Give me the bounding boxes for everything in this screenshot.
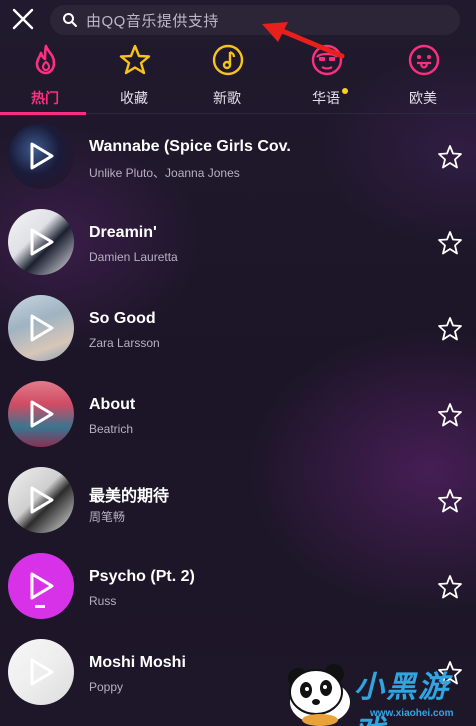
search-input[interactable]: 由QQ音乐提供支持 [50, 5, 460, 35]
watermark: 小黑游戏 www.xiaohei.com [284, 658, 476, 726]
list-item[interactable]: Wannabe (Spice Girls Cov. Unlike Pluto、J… [0, 114, 476, 200]
face-tongue-icon [408, 44, 440, 76]
tab-label: 欧美 [409, 90, 437, 106]
watermark-url: www.xiaohei.com [370, 708, 454, 719]
tab-label: 华语 [312, 90, 340, 106]
song-artist: Unlike Pluto、Joanna Jones [89, 166, 240, 180]
play-icon [30, 572, 54, 600]
album-cover [8, 295, 74, 361]
favorite-star-icon[interactable] [437, 230, 463, 256]
tab-label: 收藏 [120, 90, 148, 106]
song-title: 最美的期待 [89, 488, 170, 505]
play-icon [30, 228, 54, 256]
play-icon [30, 486, 54, 514]
tab-favorites[interactable]: 收藏 [89, 40, 179, 114]
music-note-icon [212, 44, 244, 76]
song-title: Psycho (Pt. 2) [89, 568, 195, 585]
play-icon [30, 658, 54, 686]
favorite-star-icon[interactable] [437, 488, 463, 514]
album-cover [8, 123, 74, 189]
panda-logo-icon [288, 664, 350, 726]
song-artist: Zara Larsson [89, 336, 160, 350]
red-arrow-annotation [262, 22, 345, 59]
close-icon [12, 8, 34, 30]
favorite-star-icon[interactable] [437, 402, 463, 428]
song-title: Dreamin' [89, 224, 157, 241]
play-icon [30, 142, 54, 170]
album-cover [8, 467, 74, 533]
favorite-star-icon[interactable] [437, 316, 463, 342]
list-item[interactable]: About Beatrich [0, 372, 476, 458]
play-icon [30, 314, 54, 342]
list-item[interactable]: So Good Zara Larsson [0, 286, 476, 372]
album-cover [8, 553, 74, 619]
tab-western[interactable]: 欧美 [378, 40, 468, 114]
favorite-star-icon[interactable] [437, 144, 463, 170]
list-item[interactable]: Psycho (Pt. 2) Russ [0, 544, 476, 630]
close-button[interactable] [10, 6, 36, 32]
favorite-star-icon[interactable] [437, 574, 463, 600]
song-title: About [89, 396, 136, 413]
category-tabs: 热门 收藏 新歌 华语 欧美 [0, 40, 476, 115]
song-artist: Russ [89, 594, 117, 608]
song-artist: Damien Lauretta [89, 250, 178, 264]
song-artist: Poppy [89, 680, 124, 694]
cover-mark [35, 605, 45, 608]
tab-label: 新歌 [213, 90, 241, 106]
song-artist: Beatrich [89, 422, 134, 436]
search-placeholder: 由QQ音乐提供支持 [86, 12, 219, 30]
album-cover [8, 381, 74, 447]
album-cover [8, 639, 74, 705]
song-title: Moshi Moshi [89, 654, 186, 671]
song-artist: 周笔畅 [89, 510, 126, 524]
tab-label: 热门 [31, 90, 59, 106]
list-item[interactable]: Dreamin' Damien Lauretta [0, 200, 476, 286]
search-icon [63, 13, 77, 27]
song-title: So Good [89, 310, 156, 327]
star-icon [119, 44, 151, 75]
list-item[interactable]: 最美的期待 周笔畅 [0, 458, 476, 544]
album-cover [8, 209, 74, 275]
flame-icon [35, 44, 56, 75]
top-bar: 由QQ音乐提供支持 [0, 0, 476, 40]
play-icon [30, 400, 54, 428]
song-title: Wannabe (Spice Girls Cov. [89, 138, 291, 155]
new-badge-dot [342, 88, 348, 94]
tab-hot[interactable]: 热门 [0, 40, 90, 115]
